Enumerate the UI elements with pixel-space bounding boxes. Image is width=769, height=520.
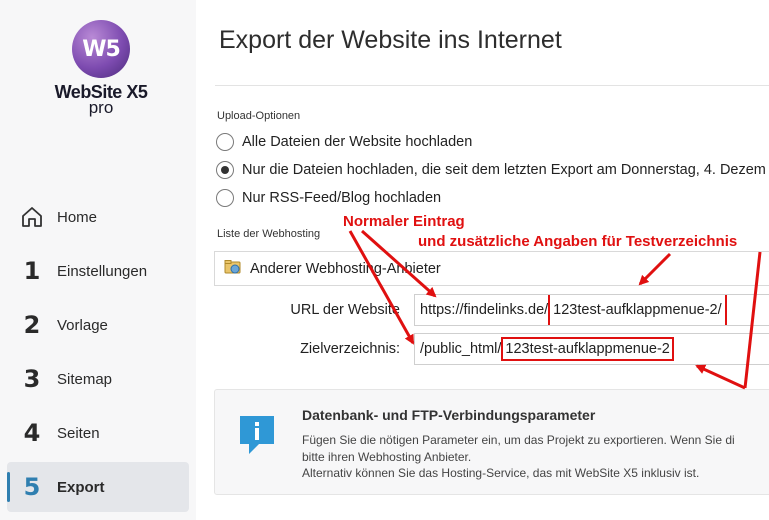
radio-label: Nur die Dateien hochladen, die seit dem … <box>242 162 766 178</box>
info-icon <box>237 414 277 461</box>
sidebar-item-home[interactable]: Home <box>7 192 189 242</box>
radio-upload-changed[interactable]: Nur die Dateien hochladen, die seit dem … <box>216 161 766 179</box>
url-extra-highlight: 123test-aufklappmenue-2/ <box>548 295 727 325</box>
url-field[interactable]: https://findelinks.de/123test-aufklappme… <box>414 294 769 326</box>
sidebar-item-seiten[interactable]: 4 Seiten <box>7 408 189 458</box>
sidebar-item-vorlage[interactable]: 2 Vorlage <box>7 300 189 350</box>
globe-folder-icon <box>224 259 242 279</box>
logo-edition: pro <box>88 98 114 117</box>
annotation-normal-entry: Normaler Eintrag <box>343 213 465 230</box>
target-base: /public_html/ <box>420 341 502 357</box>
divider <box>215 85 769 86</box>
radio-label: Nur RSS-Feed/Blog hochladen <box>242 190 442 206</box>
info-box: Datenbank- und FTP-Verbindungsparameter … <box>214 389 769 495</box>
webhosting-list-label: Liste der Webhosting <box>217 228 321 240</box>
sidebar-item-label: Export <box>57 478 105 496</box>
main-panel: Export der Website ins Internet Upload-O… <box>196 0 769 520</box>
url-label: URL der Website <box>290 302 400 318</box>
step-number: 5 <box>23 473 41 501</box>
app-logo: W5 WebSite X5 pro <box>51 20 151 117</box>
info-line: bitte ihren Webhosting Anbieter. <box>302 449 472 464</box>
target-extra-highlight: 123test-aufklappmenue-2 <box>501 337 674 361</box>
info-title: Datenbank- und FTP-Verbindungsparameter <box>302 407 596 423</box>
info-line: Fügen Sie die nötigen Parameter ein, um … <box>302 433 735 447</box>
upload-options-label: Upload-Optionen <box>217 110 301 122</box>
sidebar-item-export[interactable]: 5 Export <box>7 462 189 512</box>
sidebar-item-label: Einstellungen <box>57 262 148 280</box>
sidebar-item-label: Seiten <box>57 424 100 442</box>
radio-button[interactable] <box>216 189 234 207</box>
step-number: 1 <box>23 257 41 285</box>
sidebar-item-label: Sitemap <box>57 370 113 388</box>
radio-label: Alle Dateien der Website hochladen <box>242 134 473 150</box>
sidebar: W5 WebSite X5 pro Home 1 Einstellungen 2… <box>0 0 196 520</box>
radio-upload-rss[interactable]: Nur RSS-Feed/Blog hochladen <box>216 189 441 207</box>
target-dir-label: Zielverzeichnis: <box>300 341 400 357</box>
step-number: 2 <box>23 311 41 339</box>
annotation-extra-info: und zusätzliche Angaben für Testverzeich… <box>418 233 738 250</box>
page-title: Export der Website ins Internet <box>219 26 562 54</box>
url-base: https://findelinks.de/ <box>420 302 549 318</box>
home-icon <box>7 205 57 229</box>
webhosting-provider-item[interactable]: Anderer Webhosting-Anbieter <box>214 251 769 286</box>
step-number: 4 <box>23 419 41 447</box>
info-line: Alternativ können Sie das Hosting-Servic… <box>302 466 700 480</box>
radio-button[interactable] <box>216 161 234 179</box>
logo-mark: W5 <box>72 20 130 78</box>
radio-button[interactable] <box>216 133 234 151</box>
radio-upload-all[interactable]: Alle Dateien der Website hochladen <box>216 133 472 151</box>
sidebar-item-sitemap[interactable]: 3 Sitemap <box>7 354 189 404</box>
sidebar-item-label: Vorlage <box>57 316 108 334</box>
info-text: Fügen Sie die nötigen Parameter ein, um … <box>302 432 735 482</box>
target-dir-field[interactable]: /public_html/123test-aufklappmenue-2 <box>414 333 769 365</box>
sidebar-item-label: Home <box>57 208 98 226</box>
provider-label: Anderer Webhosting-Anbieter <box>250 260 441 277</box>
step-number: 3 <box>23 365 41 393</box>
sidebar-item-einstellungen[interactable]: 1 Einstellungen <box>7 246 189 296</box>
